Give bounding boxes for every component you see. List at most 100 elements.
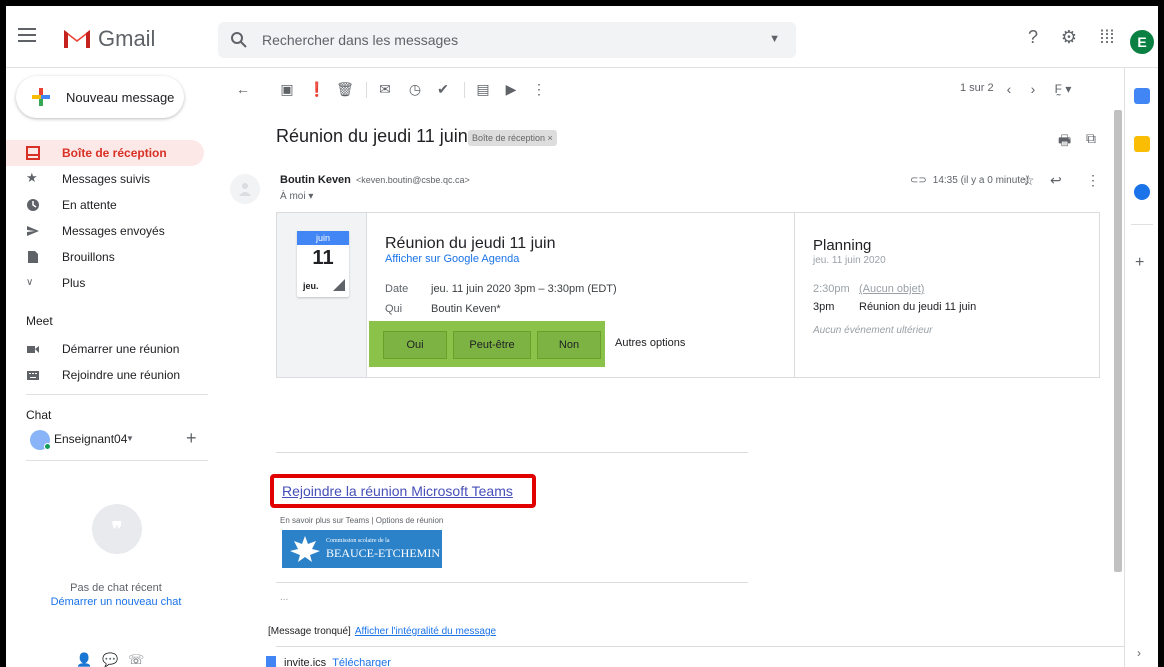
event-who-value: Boutin Keven* [431,303,501,315]
teams-learn-more[interactable]: En savoir plus sur Teams | Options de ré… [280,516,443,525]
show-full-message-link[interactable]: Afficher l'intégralité du message [355,626,496,637]
sidebar-divider [26,394,208,395]
reply-icon[interactable]: ↩ [1050,172,1062,189]
search-input[interactable]: Rechercher dans les messages [262,32,458,48]
sidebar-item-label: Messages suivis [62,172,151,186]
print-icon[interactable]: 🖶 [1058,130,1071,154]
sidebar-item-join-meeting[interactable]: Rejoindre une réunion [6,362,204,388]
compose-button[interactable]: Nouveau message [16,76,184,118]
phone-icon[interactable]: ☏ [128,652,144,667]
add-task-icon[interactable]: ✔ [434,80,452,98]
search-options-icon[interactable]: ▼ [769,33,780,45]
attachment-divider [276,646,1124,647]
start-new-chat-link[interactable]: Démarrer un nouveau chat [6,596,226,608]
delete-icon[interactable]: 🗑 [336,80,354,98]
sidebar-item-start-meeting[interactable]: Démarrer une réunion [6,336,204,362]
rsvp-highlight: Oui Peut-être Non [369,321,605,367]
join-teams-meeting-link[interactable]: Rejoindre la réunion Microsoft Teams [282,483,513,499]
new-window-icon[interactable]: ⧉ [1086,130,1096,147]
rsvp-yes-button[interactable]: Oui [383,331,447,359]
toolbar-divider [366,82,367,98]
download-link[interactable]: Télécharger [332,657,391,667]
logo-text-line1: Commission scolaire de la [326,538,390,544]
sidebar-item-snoozed[interactable]: En attente [6,192,204,218]
event-date-row: Date jeu. 11 juin 2020 3pm – 3:30pm (EDT… [385,283,617,295]
inbox-label-chip[interactable]: Boîte de réception × [468,130,557,146]
sidebar-divider [26,460,208,461]
sidebar-item-label: Boîte de réception [62,146,167,160]
chat-section-title: Chat [26,408,52,422]
chevron-down-icon[interactable]: ▼ [126,434,134,443]
no-recent-chat-text: Pas de chat récent [70,582,162,594]
send-icon [27,226,39,236]
label-icon[interactable]: ▶ [502,80,520,98]
planning-event-link[interactable]: (Aucun objet) [859,283,924,295]
planning-panel: Planning jeu. 11 juin 2020 2:30pm (Aucun… [795,213,1099,377]
sender-avatar [230,174,260,204]
account-avatar[interactable]: E [1130,30,1154,54]
other-options-button[interactable]: Autres options [615,337,685,349]
expand-panel-icon[interactable]: › [1137,646,1141,660]
rsvp-no-button[interactable]: Non [537,331,601,359]
add-addon-icon[interactable]: + [1135,254,1144,272]
sender-email: <keven.boutin@csbe.qc.ca> [356,175,470,185]
compose-plus-icon [32,88,50,106]
side-panel: + › [1124,68,1158,667]
mark-unread-icon[interactable]: ✉ [376,80,394,98]
chat-bottom-bar: 👤 💬 ☏ [76,652,176,667]
sidebar-item-label: En attente [62,198,117,212]
calendar-date-icon: juin 11 jeu. [297,231,349,297]
planning-time: 2:30pm [813,283,850,295]
scrollbar[interactable] [1114,110,1122,572]
app-name: Gmail [98,26,156,51]
attachment-filename[interactable]: invite.ics [284,657,326,667]
star-icon: ★ [26,170,38,185]
chevron-down-icon: ∨ [26,277,34,288]
more-icon[interactable]: ⋮ [1086,172,1100,189]
next-message-icon[interactable]: › [1024,80,1042,98]
tasks-app-icon[interactable] [1134,184,1150,200]
no-upcoming-events: Aucun événement ultérieur [813,325,933,336]
planning-date: jeu. 11 juin 2020 [813,255,886,266]
search-bar[interactable]: Rechercher dans les messages ▼ [218,22,796,58]
input-tools-icon[interactable]: F̰ ▾ [1048,80,1078,98]
calendar-weekday: jeu. [303,281,319,291]
main-menu-icon[interactable] [18,28,36,42]
settings-gear-icon[interactable]: ⚙ [1058,26,1080,48]
more-options-icon[interactable]: ⋮ [530,80,548,98]
online-status-dot [44,443,51,450]
message-subject: Réunion du jeudi 11 juin [276,126,468,146]
archive-icon[interactable]: ▣ [278,80,296,98]
report-spam-icon[interactable]: ❗ [308,80,326,98]
sidebar-item-label: Rejoindre une réunion [62,368,181,382]
star-icon[interactable]: ☆ [1022,172,1035,189]
search-icon[interactable] [230,31,248,49]
hangouts-icon: ❞ [92,504,142,554]
top-bar: Gmail Rechercher dans les messages ▼ ? ⚙… [6,6,1158,68]
calendar-app-icon[interactable] [1134,88,1150,104]
sidebar-item-more[interactable]: ∨ Plus [6,270,204,296]
recipient-dropdown[interactable]: À moi ▾ [280,191,313,202]
sidebar-item-starred[interactable]: ★ Messages suivis [6,166,204,192]
sidebar-item-drafts[interactable]: Brouillons [6,244,204,270]
snooze-icon[interactable]: ◷ [406,80,424,98]
move-to-icon[interactable]: ▤ [474,80,492,98]
screenshot-frame: Gmail Rechercher dans les messages ▼ ? ⚙… [0,0,1164,667]
gmail-logo-icon[interactable] [62,26,92,48]
sidebar-item-sent[interactable]: Messages envoyés [6,218,204,244]
csbe-logo: Commission scolaire de la BEAUCE-ETCHEMI… [282,530,442,568]
sidebar-item-inbox[interactable]: Boîte de réception [6,140,204,166]
rsvp-maybe-button[interactable]: Peut-être [453,331,531,359]
chat-user-status[interactable]: Enseignant04 ▼ + [30,428,210,450]
contacts-icon[interactable]: 👤 [76,652,92,667]
add-chat-icon[interactable]: + [186,428,197,449]
apps-grid-icon[interactable]: ⁞⁞⁞ [1096,26,1118,48]
trimmed-content-ellipsis[interactable]: ... [280,592,288,603]
prev-message-icon[interactable]: ‹ [1000,80,1018,98]
hangouts-chat-icon[interactable]: 💬 [102,652,118,667]
back-arrow-icon[interactable]: ← [234,80,252,98]
calendar-invite-card: juin 11 jeu. Réunion du jeudi 11 juin Af… [276,212,1100,378]
help-icon[interactable]: ? [1022,26,1044,48]
google-calendar-link[interactable]: Afficher sur Google Agenda [385,253,519,265]
keep-app-icon[interactable] [1134,136,1150,152]
